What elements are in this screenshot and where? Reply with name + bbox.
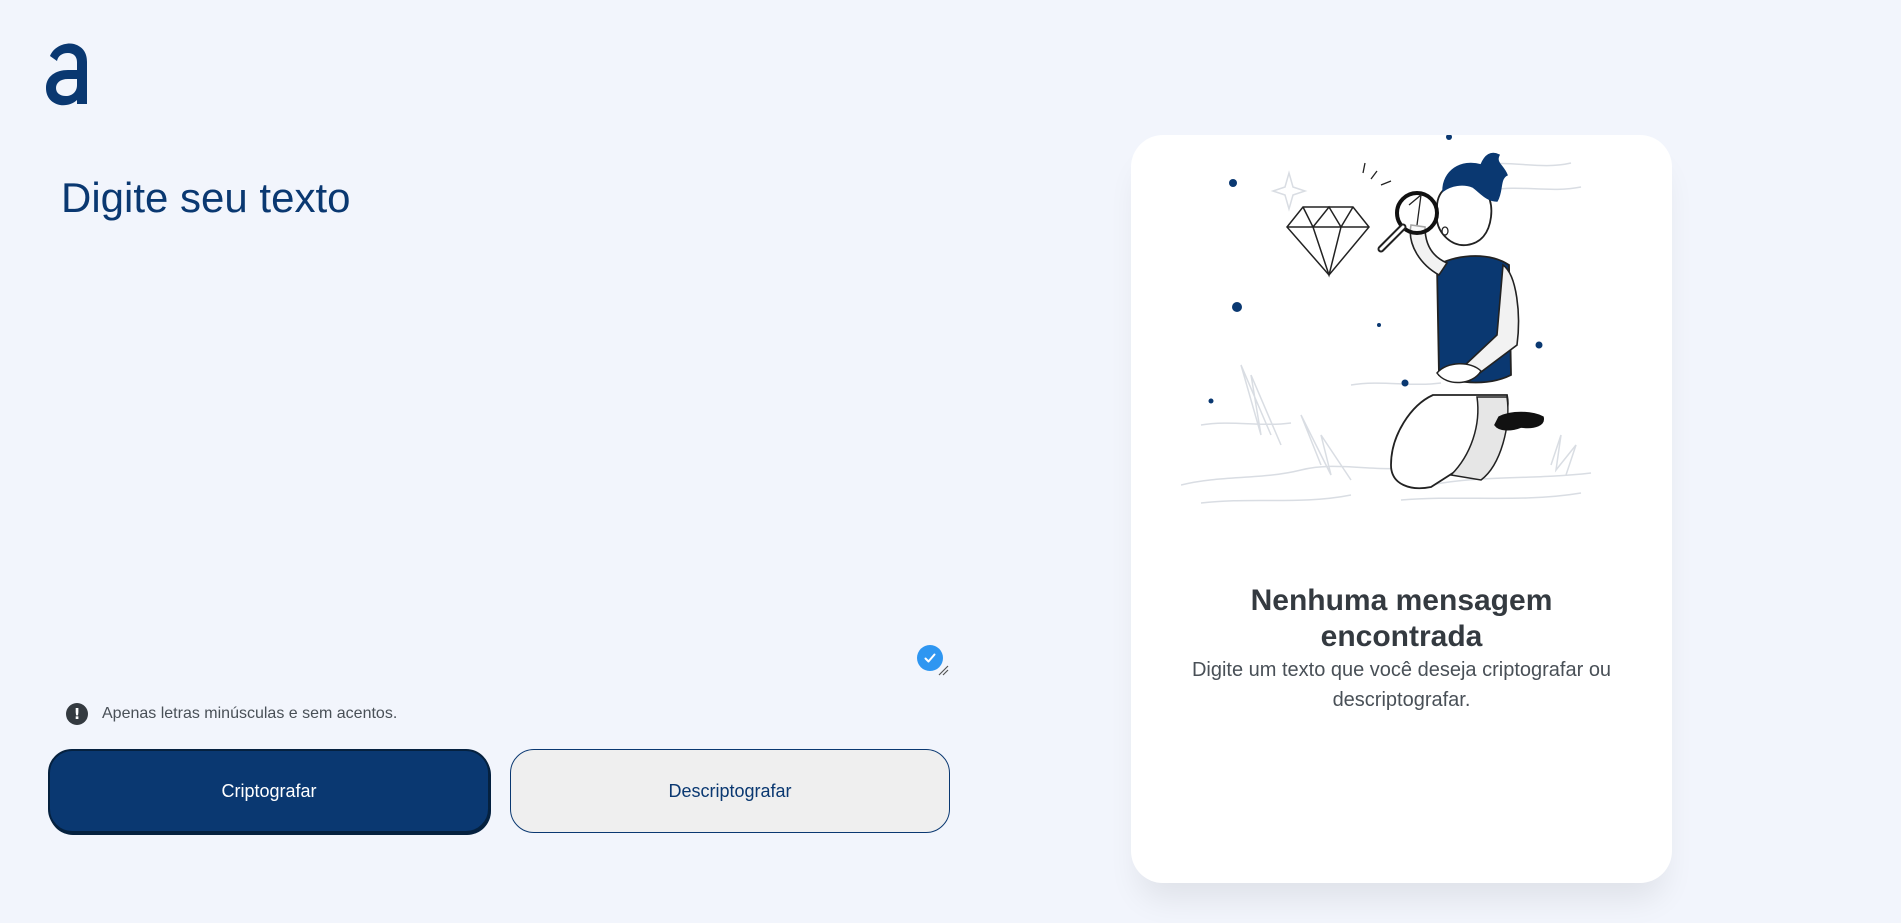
encrypt-button[interactable]: Criptografar xyxy=(48,749,490,833)
checkmark-icon xyxy=(924,653,936,663)
boy-with-magnifying-glass-illustration xyxy=(1181,135,1592,504)
empty-state-title: Nenhuma mensagem encontrada xyxy=(1250,584,1553,653)
message-textarea[interactable] xyxy=(49,160,949,680)
output-card: Nenhuma mensagem encontrada Digite um te… xyxy=(1131,135,1672,883)
text-input-area xyxy=(49,160,949,680)
input-hint: ! Apenas letras minúsculas e sem acentos… xyxy=(66,703,397,725)
exclamation-circle-icon: ! xyxy=(66,703,88,725)
logo-icon xyxy=(46,43,87,106)
resize-handle-icon[interactable] xyxy=(937,664,949,676)
hint-text: Apenas letras minúsculas e sem acentos. xyxy=(102,705,398,722)
decrypt-button[interactable]: Descriptografar xyxy=(510,749,950,833)
empty-state-subtitle: Digite um texto que você deseja criptogr… xyxy=(1191,659,1612,711)
page: ! Apenas letras minúsculas e sem acentos… xyxy=(0,0,1901,923)
